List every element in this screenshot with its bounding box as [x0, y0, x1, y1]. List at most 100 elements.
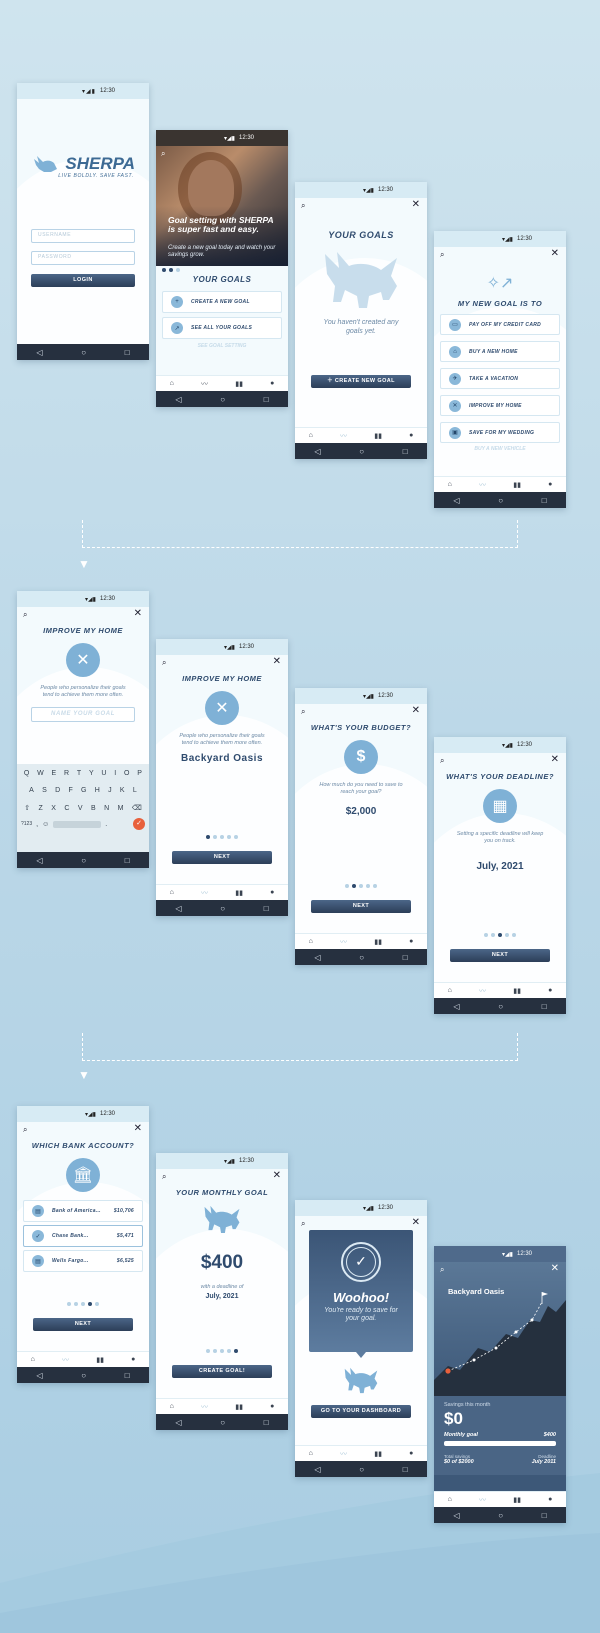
bank-account-row-selected[interactable]: ✓ Chase Bank... $5,471	[23, 1225, 143, 1247]
home-icon[interactable]: ○	[220, 904, 225, 913]
back-icon[interactable]: ◁	[36, 856, 42, 865]
enter-check-icon[interactable]: ✓	[133, 818, 145, 830]
key-p[interactable]: P	[137, 770, 142, 777]
tab-home-icon[interactable]: ⌂	[309, 938, 313, 945]
tab-goals-icon[interactable]: 〰	[340, 937, 347, 947]
tab-home-icon[interactable]: ⌂	[170, 1403, 174, 1410]
goal-option-wedding[interactable]: ▣ SAVE FOR MY WEDDING	[440, 422, 560, 443]
tab-profile-icon[interactable]: ●	[548, 987, 552, 994]
tab-home-icon[interactable]: ⌂	[309, 432, 313, 439]
tab-goals-icon[interactable]: 〰	[479, 1495, 486, 1505]
search-icon[interactable]: ⌕	[440, 756, 444, 766]
recents-icon[interactable]: □	[125, 348, 130, 357]
home-icon[interactable]: ○	[359, 447, 364, 456]
key-b[interactable]: B	[91, 805, 96, 812]
close-icon[interactable]: ✕	[412, 199, 420, 210]
recents-icon[interactable]: □	[125, 856, 130, 865]
recents-icon[interactable]: □	[542, 496, 547, 505]
tab-home-icon[interactable]: ⌂	[309, 1450, 313, 1457]
home-icon[interactable]: ○	[220, 1418, 225, 1427]
close-icon[interactable]: ✕	[412, 1217, 420, 1228]
key-c[interactable]: C	[64, 805, 69, 812]
search-icon[interactable]: ⌕	[23, 610, 27, 620]
tab-stats-icon[interactable]: ▮▮	[513, 481, 521, 489]
key-o[interactable]: O	[124, 770, 129, 777]
create-goal-item[interactable]: + CREATE A NEW GOAL	[162, 291, 282, 313]
tab-profile-icon[interactable]: ●	[548, 481, 552, 488]
key-d[interactable]: D	[55, 787, 60, 794]
key-i[interactable]: I	[114, 770, 116, 777]
tab-goals-icon[interactable]: 〰	[201, 888, 208, 898]
back-icon[interactable]: ◁	[453, 1511, 459, 1520]
recents-icon[interactable]: □	[125, 1371, 130, 1380]
bank-account-row[interactable]: ▤ Bank of America... $10,706	[23, 1200, 143, 1222]
recents-icon[interactable]: □	[542, 1002, 547, 1011]
shift-icon[interactable]: ⇧	[24, 804, 30, 812]
goal-option-credit-card[interactable]: ▭ PAY OFF MY CREDIT CARD	[440, 314, 560, 335]
back-icon[interactable]: ◁	[453, 496, 459, 505]
tab-stats-icon[interactable]: ▮▮	[235, 889, 243, 897]
key-h[interactable]: H	[95, 787, 100, 794]
backspace-icon[interactable]: ⌫	[132, 804, 142, 812]
tab-goals-icon[interactable]: 〰	[479, 986, 486, 996]
tab-profile-icon[interactable]: ●	[270, 380, 274, 387]
tab-home-icon[interactable]: ⌂	[448, 481, 452, 488]
tab-profile-icon[interactable]: ●	[270, 1403, 274, 1410]
tab-stats-icon[interactable]: ▮▮	[374, 1450, 382, 1458]
home-icon[interactable]: ○	[359, 1465, 364, 1474]
close-icon[interactable]: ✕	[273, 656, 281, 667]
tab-profile-icon[interactable]: ●	[409, 938, 413, 945]
tab-goals-icon[interactable]: 〰	[340, 1449, 347, 1459]
tab-home-icon[interactable]: ⌂	[170, 889, 174, 896]
tab-profile-icon[interactable]: ●	[270, 889, 274, 896]
search-icon[interactable]: ⌕	[301, 707, 305, 717]
key-t[interactable]: T	[77, 770, 81, 777]
create-new-goal-button[interactable]: ＋ CREATE NEW GOAL	[311, 375, 411, 388]
password-field[interactable]: PASSWORD	[31, 251, 135, 265]
next-button[interactable]: NEXT	[172, 851, 272, 864]
recents-icon[interactable]: □	[264, 1418, 269, 1427]
key-l[interactable]: L	[133, 787, 137, 794]
space-bar[interactable]	[53, 820, 102, 828]
back-icon[interactable]: ◁	[314, 953, 320, 962]
recents-icon[interactable]: □	[403, 953, 408, 962]
search-icon[interactable]: ⌕	[161, 149, 165, 159]
key-v[interactable]: V	[78, 805, 83, 812]
close-icon[interactable]: ✕	[134, 1123, 142, 1134]
home-icon[interactable]: ○	[81, 348, 86, 357]
search-icon[interactable]: ⌕	[301, 201, 305, 211]
close-icon[interactable]: ✕	[551, 248, 559, 259]
see-goals-item[interactable]: ↗ SEE ALL YOUR GOALS	[162, 317, 282, 339]
tab-goals-icon[interactable]: 〰	[479, 480, 486, 490]
dashboard-button[interactable]: GO TO YOUR DASHBOARD	[311, 1405, 411, 1418]
tab-home-icon[interactable]: ⌂	[448, 1496, 452, 1503]
tab-stats-icon[interactable]: ▮▮	[513, 1496, 521, 1504]
goal-option-improve-home[interactable]: ✕ IMPROVE MY HOME	[440, 395, 560, 416]
tab-goals-icon[interactable]: 〰	[340, 431, 347, 441]
key-e[interactable]: E	[52, 770, 57, 777]
tab-home-icon[interactable]: ⌂	[170, 380, 174, 387]
numbers-key[interactable]: ?123	[21, 821, 32, 827]
tab-profile-icon[interactable]: ●	[409, 432, 413, 439]
tab-profile-icon[interactable]: ●	[131, 1356, 135, 1363]
tab-goals-icon[interactable]: 〰	[62, 1355, 69, 1365]
close-icon[interactable]: ✕	[134, 608, 142, 619]
back-icon[interactable]: ◁	[175, 1418, 181, 1427]
key-u[interactable]: U	[101, 770, 106, 777]
back-icon[interactable]: ◁	[36, 348, 42, 357]
key-m[interactable]: M	[118, 805, 124, 812]
tab-home-icon[interactable]: ⌂	[31, 1356, 35, 1363]
tab-stats-icon[interactable]: ▮▮	[513, 987, 521, 995]
recents-icon[interactable]: □	[264, 904, 269, 913]
back-icon[interactable]: ◁	[314, 1465, 320, 1474]
login-button[interactable]: LOGIN	[31, 274, 135, 287]
key-f[interactable]: F	[68, 787, 72, 794]
tab-stats-icon[interactable]: ▮▮	[374, 432, 382, 440]
tab-profile-icon[interactable]: ●	[548, 1496, 552, 1503]
next-button[interactable]: NEXT	[33, 1318, 133, 1331]
home-icon[interactable]: ○	[498, 1511, 503, 1520]
search-icon[interactable]: ⌕	[301, 1219, 305, 1229]
tab-profile-icon[interactable]: ●	[409, 1450, 413, 1457]
key-k[interactable]: K	[120, 787, 125, 794]
home-icon[interactable]: ○	[498, 1002, 503, 1011]
